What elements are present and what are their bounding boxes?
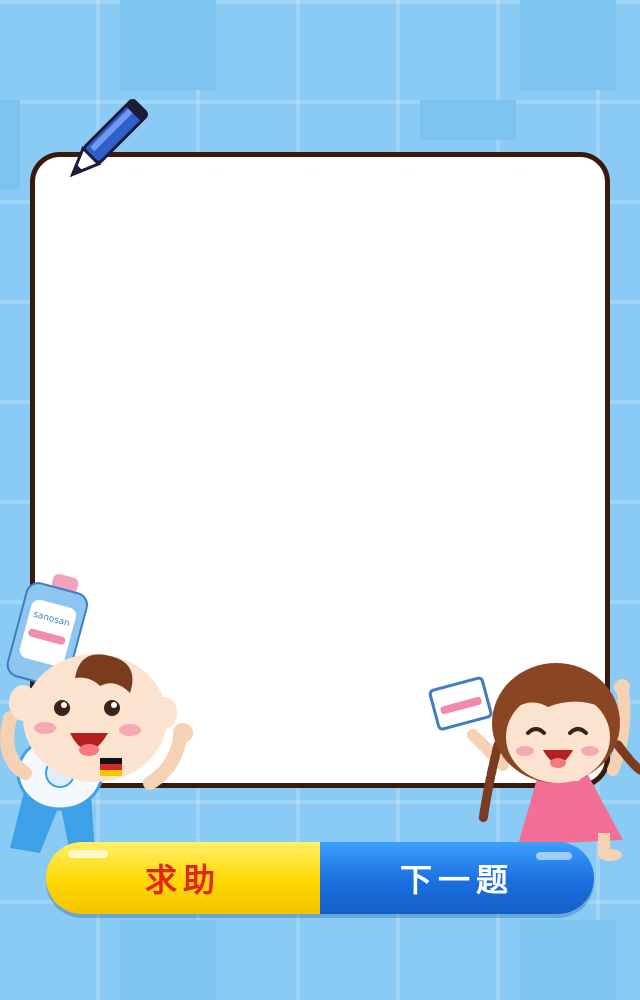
help-button-label: 求助 [144,861,221,899]
background-tile [120,0,216,90]
next-question-button[interactable]: 下一题 [320,842,594,914]
help-button[interactable]: 求助 [46,842,320,914]
background-tile [420,100,516,140]
background-tile [520,920,616,1000]
girl-illustration [428,663,640,861]
background-tile [120,920,216,1000]
background-tile [0,100,20,190]
next-question-button-label: 下一题 [399,861,514,899]
action-button-bar: 求助 下一题 [46,842,594,914]
boy-illustration: sanosan [0,573,193,853]
flag-icon [100,758,122,776]
pen-icon [69,99,148,178]
diaper-box-icon [428,676,493,731]
background-tile [520,0,616,90]
